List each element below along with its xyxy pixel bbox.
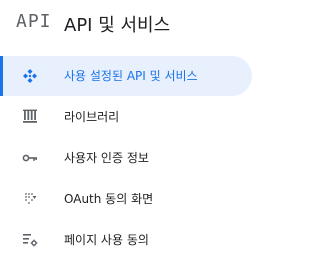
sidebar-title: API 및 서비스 xyxy=(64,15,171,36)
sidebar-item-oauth-consent[interactable]: OAuth 동의 화면 xyxy=(0,179,254,219)
api-logo-icon: API xyxy=(16,11,52,32)
api-services-sidebar: API API 및 서비스 사용 설정된 API 및 서비스 라이브러리 사용자… xyxy=(0,0,254,258)
sidebar-item-page-usage[interactable]: 페이지 사용 동의 xyxy=(0,220,254,258)
sidebar-item-library[interactable]: 라이브러리 xyxy=(0,97,254,137)
key-icon xyxy=(22,154,37,162)
sidebar-item-label: 라이브러리 xyxy=(64,110,120,124)
sidebar-item-label: OAuth 동의 화면 xyxy=(64,192,154,206)
page-usage-settings-icon xyxy=(23,234,38,247)
sidebar-item-enabled-apis[interactable]: 사용 설정된 API 및 서비스 xyxy=(0,56,252,96)
sidebar-item-label: 사용 설정된 API 및 서비스 xyxy=(64,69,198,83)
sidebar-item-label: 페이지 사용 동의 xyxy=(64,233,149,247)
api-dashboard-icon xyxy=(23,69,37,83)
sidebar-item-label: 사용자 인증 정보 xyxy=(64,151,149,165)
sidebar-nav: 사용 설정된 API 및 서비스 라이브러리 사용자 인증 정보 OAuth 동… xyxy=(0,56,254,258)
library-icon xyxy=(23,109,37,123)
sidebar-header: API API 및 서비스 xyxy=(0,0,254,46)
oauth-consent-icon xyxy=(25,193,37,204)
sidebar-item-credentials[interactable]: 사용자 인증 정보 xyxy=(0,138,254,178)
